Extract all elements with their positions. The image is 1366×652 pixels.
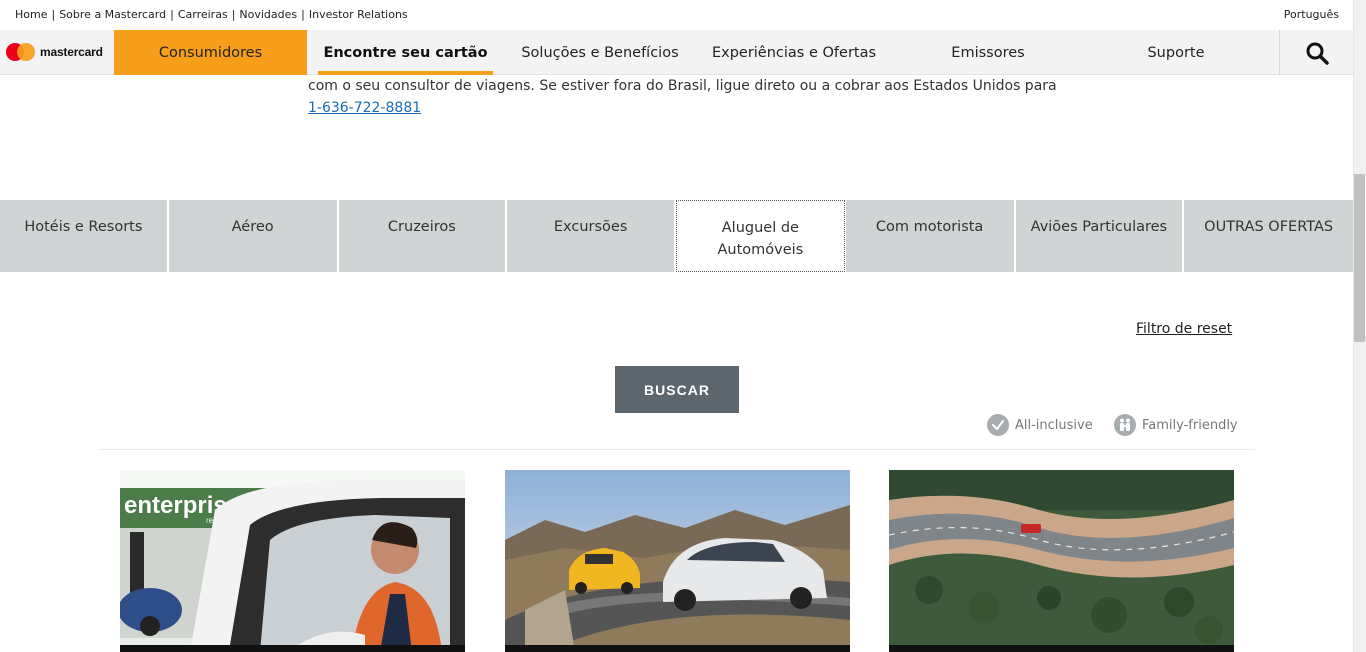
search-button[interactable]: BUSCAR [615, 366, 739, 413]
tab-other-offers[interactable]: OUTRAS OFERTAS [1184, 200, 1353, 272]
mastercard-logo[interactable]: mastercard [6, 43, 103, 61]
legend-all-inclusive: All-inclusive [987, 414, 1093, 436]
language-selector[interactable]: Português [1284, 8, 1339, 21]
main-nav: mastercard Consumidores Encontre seu car… [0, 30, 1353, 75]
tab-label: Excursões [553, 219, 628, 235]
tab-hotels[interactable]: Hotéis e Resorts [0, 200, 169, 272]
separator: | [301, 8, 305, 21]
legend-family-friendly: Family-friendly [1114, 414, 1238, 436]
divider [99, 449, 1255, 450]
scrollbar-thumb[interactable] [1354, 174, 1365, 342]
tab-private-jets[interactable]: Aviões Particulares [1015, 200, 1185, 272]
phone-link[interactable]: 1-636-722-8881 [308, 100, 421, 116]
util-link-home[interactable]: Home [15, 8, 47, 21]
util-link-careers[interactable]: Carreiras [178, 8, 228, 21]
page: Home | Sobre a Mastercard | Carreiras | … [0, 0, 1366, 652]
utility-links: Home | Sobre a Mastercard | Carreiras | … [15, 8, 408, 21]
tab-car-rental[interactable]: Aluguel de Automóveis [676, 200, 845, 272]
offer-card-renault[interactable] [505, 470, 850, 652]
enterprise-rental-photo: enterprise rent-a-car [120, 470, 465, 652]
tab-label: Aéreo [231, 219, 274, 235]
nav-find-card[interactable]: Encontre seu cartão [318, 30, 493, 75]
tab-label: Cruzeiros [387, 219, 456, 235]
renault-cars-photo [505, 470, 850, 652]
search-icon [1306, 42, 1329, 65]
tab-label: Com motorista [875, 219, 984, 235]
tab-air[interactable]: Aéreo [168, 200, 339, 272]
category-tabs: Hotéis e Resorts Aéreo Cruzeiros Excursõ… [0, 200, 1353, 272]
util-link-news[interactable]: Novidades [239, 8, 297, 21]
check-circle-icon [987, 414, 1009, 436]
nav-search-button[interactable] [1279, 30, 1353, 75]
tab-label: Aviões Particulares [1030, 219, 1168, 235]
nav-support[interactable]: Suporte [1082, 30, 1270, 75]
aerial-road-photo [889, 470, 1234, 652]
nav-solutions[interactable]: Soluções e Benefícios [505, 30, 695, 75]
nav-find-card-label: Encontre seu cartão [323, 44, 488, 61]
offer-card-enterprise[interactable]: enterprise rent-a-car [120, 470, 465, 652]
legend-label: All-inclusive [1015, 417, 1093, 433]
util-link-about[interactable]: Sobre a Mastercard [59, 8, 166, 21]
legend-label: Family-friendly [1142, 417, 1238, 433]
tab-cruises[interactable]: Cruzeiros [338, 200, 508, 272]
separator: | [170, 8, 174, 21]
tab-excursions[interactable]: Excursões [507, 200, 676, 272]
intro-paragraph: com o seu consultor de viagens. Se estiv… [308, 78, 1057, 94]
nav-experiences[interactable]: Experiências e Ofertas [700, 30, 888, 75]
brand-wordmark: mastercard [40, 45, 103, 59]
reset-filter-link[interactable]: Filtro de reset [1136, 321, 1232, 337]
mastercard-circles-icon [6, 43, 36, 61]
tab-label: Aluguel de Automóveis [717, 220, 804, 258]
intro-text: com o seu consultor de viagens. Se estiv… [308, 75, 1108, 119]
utility-bar: Home | Sobre a Mastercard | Carreiras | … [0, 0, 1353, 30]
util-link-investor[interactable]: Investor Relations [309, 8, 408, 21]
nav-consumers[interactable]: Consumidores [114, 30, 307, 75]
separator: | [51, 8, 56, 21]
tab-label: Hotéis e Resorts [24, 219, 143, 235]
separator: | [231, 8, 236, 21]
tab-label: OUTRAS OFERTAS [1204, 219, 1334, 235]
offer-card-aerial-road[interactable] [889, 470, 1234, 652]
family-icon [1114, 414, 1136, 436]
nav-issuers[interactable]: Emissores [894, 30, 1082, 75]
tab-chauffeur[interactable]: Com motorista [845, 200, 1016, 272]
